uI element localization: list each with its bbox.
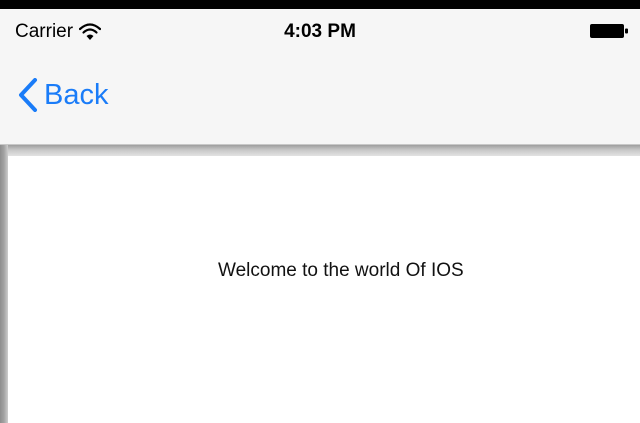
left-edge-shadow xyxy=(0,145,8,423)
back-button-label: Back xyxy=(44,78,109,111)
chevron-left-icon xyxy=(19,78,37,112)
content-view: Welcome to the world Of IOS xyxy=(8,156,640,423)
top-edge xyxy=(0,0,640,9)
nav-shadow xyxy=(0,145,640,156)
status-bar: Carrier 4:03 PM xyxy=(0,9,640,57)
battery-icon xyxy=(590,24,628,38)
clock: 4:03 PM xyxy=(284,21,356,42)
back-button[interactable]: Back xyxy=(18,78,108,112)
welcome-label: Welcome to the world Of IOS xyxy=(218,260,464,281)
